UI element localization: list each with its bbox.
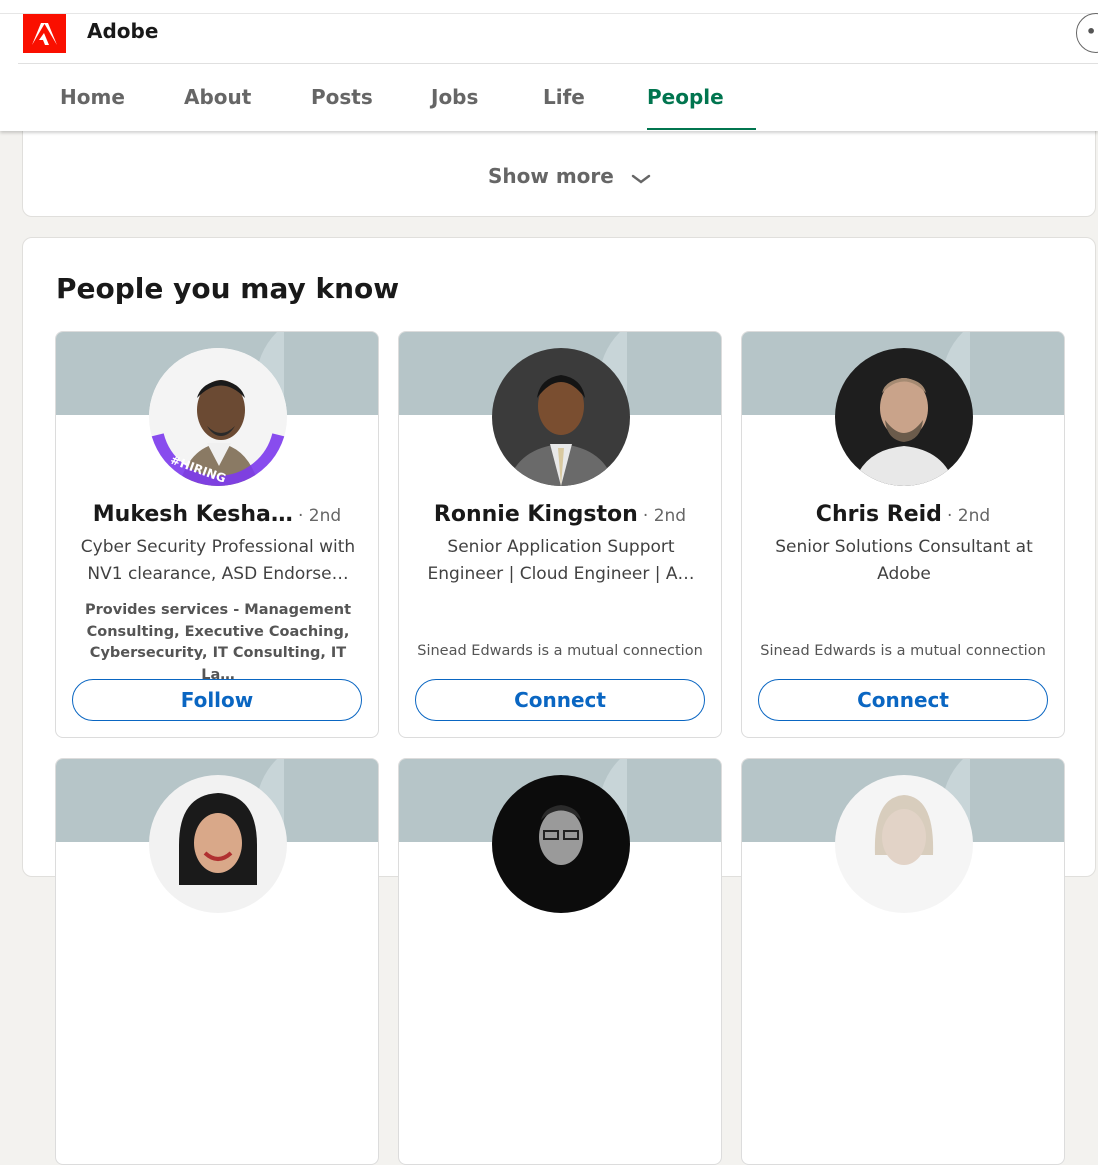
person-card[interactable] xyxy=(741,758,1065,1165)
connect-button[interactable]: Connect xyxy=(758,679,1048,721)
person-headline: Cyber Security Professional with NV1 cle… xyxy=(80,537,356,584)
tab-people[interactable]: People xyxy=(647,64,756,130)
people-you-may-know-section: People you may know #HIRING Mukesh Kesha… xyxy=(22,237,1096,1165)
company-name[interactable]: Adobe xyxy=(87,19,158,43)
connect-button[interactable]: Connect xyxy=(415,679,705,721)
person-card[interactable]: #HIRING Mukesh Kesha… · 2nd Cyber Securi… xyxy=(55,331,379,738)
company-header: Adobe ••• Home About Posts Jobs Life Peo… xyxy=(0,0,1098,131)
name-line: Ronnie Kingston · 2nd xyxy=(399,502,721,527)
person-card[interactable] xyxy=(55,758,379,1165)
tab-home[interactable]: Home xyxy=(60,64,125,130)
ellipsis-icon: ••• xyxy=(1086,22,1098,41)
person-name[interactable]: Ronnie Kingston xyxy=(434,502,638,527)
section-title: People you may know xyxy=(56,272,400,305)
tab-jobs[interactable]: Jobs xyxy=(431,64,478,130)
follow-button[interactable]: Follow xyxy=(72,679,362,721)
more-options-button[interactable]: ••• xyxy=(1076,13,1098,53)
avatar[interactable]: #HIRING xyxy=(149,348,287,486)
connection-degree: · 2nd xyxy=(947,506,991,526)
avatar[interactable] xyxy=(149,775,287,913)
top-strip xyxy=(0,0,1098,14)
avatar[interactable] xyxy=(492,348,630,486)
person-name[interactable]: Mukesh Kesha… xyxy=(93,502,293,527)
avatar[interactable] xyxy=(835,348,973,486)
avatar[interactable] xyxy=(492,775,630,913)
person-name[interactable]: Chris Reid xyxy=(816,502,942,527)
services-text: Provides services - Management Consultin… xyxy=(85,602,351,683)
name-line: Mukesh Kesha… · 2nd xyxy=(56,502,378,527)
connection-degree: · 2nd xyxy=(298,506,342,526)
mutual-connection-text: Sinead Edwards is a mutual connection xyxy=(760,643,1046,659)
tab-about[interactable]: About xyxy=(184,64,251,130)
mutual-connection-text: Sinead Edwards is a mutual connection xyxy=(417,643,703,659)
person-headline: Senior Application Support Engineer | Cl… xyxy=(427,537,695,584)
tab-posts[interactable]: Posts xyxy=(311,64,373,130)
avatar[interactable] xyxy=(835,775,973,913)
person-headline: Senior Solutions Consultant at Adobe xyxy=(775,537,1033,584)
person-card[interactable]: Chris Reid · 2nd Senior Solutions Consul… xyxy=(741,331,1065,738)
chevron-down-icon xyxy=(631,166,651,190)
tab-life[interactable]: Life xyxy=(543,64,585,130)
name-line: Chris Reid · 2nd xyxy=(742,502,1064,527)
adobe-logo-icon[interactable] xyxy=(23,14,66,53)
connection-degree: · 2nd xyxy=(642,506,687,526)
person-card[interactable]: Ronnie Kingston · 2nd Senior Application… xyxy=(398,331,722,738)
show-more-label: Show more xyxy=(488,164,614,188)
person-card[interactable] xyxy=(398,758,722,1165)
show-more-button[interactable]: Show more xyxy=(488,164,651,190)
page-tabs: Home About Posts Jobs Life People xyxy=(0,64,1098,130)
